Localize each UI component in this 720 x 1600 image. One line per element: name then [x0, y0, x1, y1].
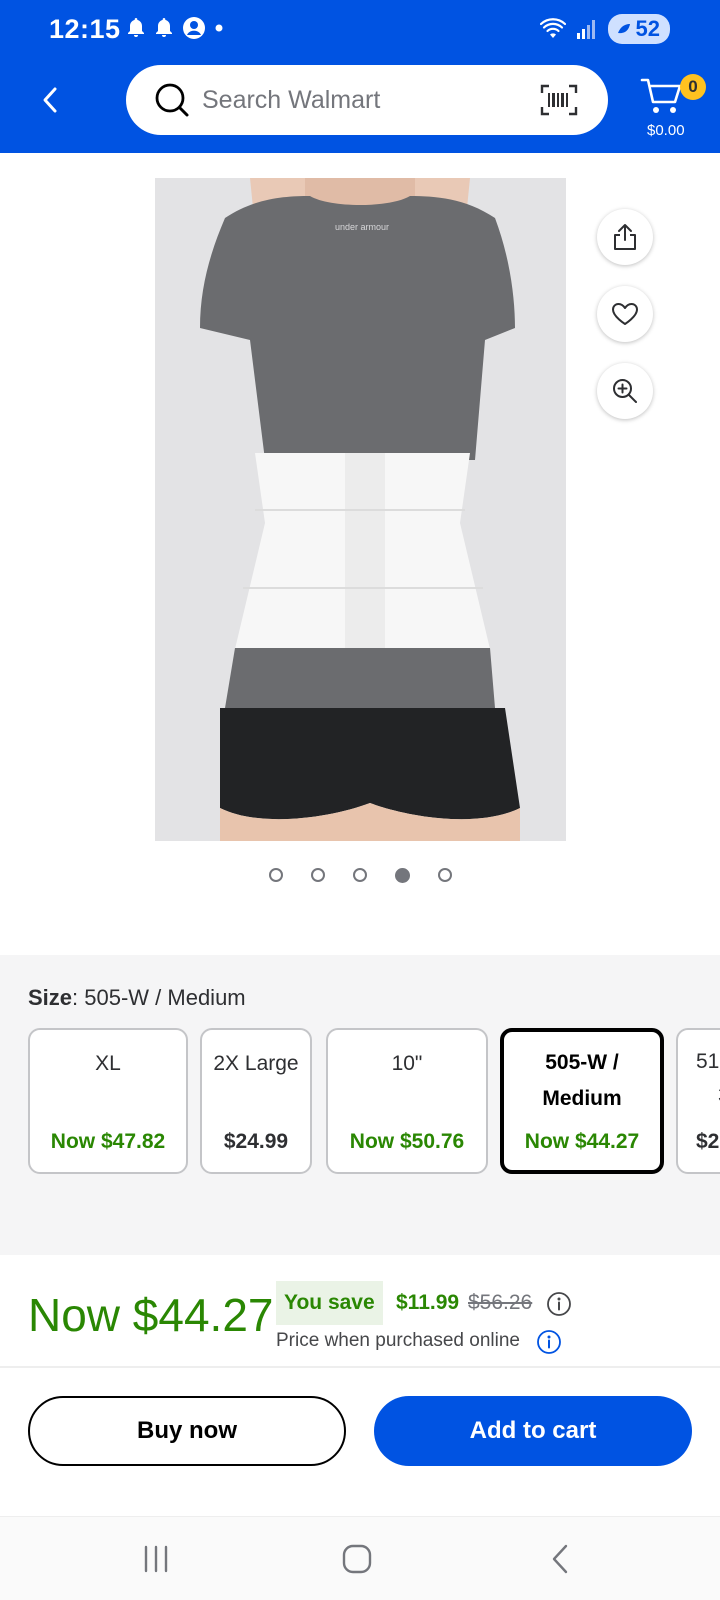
signal-icon: [576, 20, 595, 39]
buy-now-button[interactable]: Buy now: [28, 1396, 346, 1466]
cart-icon: [640, 78, 682, 113]
pagination-dot[interactable]: [352, 868, 367, 882]
system-nav-bar: [0, 1516, 720, 1600]
size-option-505w-medium[interactable]: 505-W / Medium Now $44.27: [500, 1028, 664, 1174]
cart-total: $0.00: [647, 122, 685, 139]
size-option-price: Now $50.76: [349, 1130, 465, 1153]
recents-icon: [144, 1545, 168, 1573]
size-label: Size: 505-W / Medium: [28, 985, 246, 1011]
size-selected-value: : 505-W / Medium: [72, 985, 246, 1010]
search-bar[interactable]: Search Walmart: [126, 65, 608, 135]
price-info-button[interactable]: [536, 1329, 562, 1360]
save-amount: $11.99: [396, 1291, 460, 1314]
back-icon: [552, 1544, 568, 1574]
pagination-dot[interactable]: [437, 868, 452, 882]
size-label-heading: Size: [28, 985, 73, 1010]
product-photo: under armour: [155, 178, 566, 841]
size-option-name: 10": [391, 1052, 423, 1075]
size-option-2x-large[interactable]: 2X Large $24.99: [200, 1028, 312, 1174]
search-icon: [155, 83, 189, 117]
heart-icon: [612, 303, 638, 325]
was-price: $56.26: [468, 1291, 533, 1314]
size-option-510[interactable]: 510 3 $2: [676, 1028, 720, 1174]
status-bar: 12:15 52: [0, 0, 720, 60]
pagination-dot[interactable]: [310, 868, 325, 882]
account-icon: [183, 17, 205, 39]
size-option-name: XL: [95, 1052, 121, 1075]
size-option-price: Now $44.27: [524, 1130, 640, 1153]
size-option-10-inch[interactable]: 10" Now $50.76: [326, 1028, 488, 1174]
size-selector: Size: 505-W / Medium XL Now $47.82 2X La…: [0, 955, 720, 1255]
favorite-button[interactable]: [597, 286, 653, 342]
pagination-dot-active[interactable]: [394, 868, 410, 883]
system-icons: 52: [539, 14, 670, 44]
home-button[interactable]: [337, 1539, 377, 1579]
size-option-price: $2: [696, 1130, 720, 1153]
info-icon: [537, 1330, 561, 1354]
add-to-cart-button[interactable]: Add to cart: [374, 1396, 692, 1466]
back-button[interactable]: [30, 80, 70, 120]
zoom-icon: [613, 379, 637, 403]
size-option-price: $24.99: [223, 1130, 289, 1153]
notification-icons: [126, 16, 224, 40]
bell-icon: [128, 18, 144, 37]
you-save-badge: You save: [276, 1281, 383, 1325]
home-icon: [342, 1544, 372, 1574]
chevron-left-icon: [43, 87, 57, 113]
size-option-xl[interactable]: XL Now $47.82: [28, 1028, 188, 1174]
share-button[interactable]: [597, 209, 653, 265]
search-placeholder: Search Walmart: [202, 85, 381, 114]
shirt-logo-text: under armour: [335, 222, 389, 232]
cart-button[interactable]: 0 $0.00: [640, 74, 706, 144]
zoom-button[interactable]: [597, 363, 653, 419]
size-option-name: 505-W / Medium: [542, 1051, 622, 1110]
battery-level: 52: [635, 16, 660, 41]
current-price: Now $44.27: [28, 1289, 274, 1341]
barcode-scan-icon[interactable]: [540, 84, 578, 116]
dot-icon: [215, 24, 223, 32]
wifi-icon: [539, 18, 566, 38]
battery-saver-icon: [617, 24, 630, 34]
product-image[interactable]: under armour: [155, 178, 566, 841]
divider: [0, 1366, 720, 1368]
share-icon: [614, 224, 636, 250]
system-back-button[interactable]: [540, 1539, 580, 1579]
recents-button[interactable]: [136, 1539, 176, 1579]
pagination-dot[interactable]: [268, 868, 283, 882]
battery-indicator: 52: [607, 14, 670, 44]
size-option-name: 2X Large: [213, 1052, 299, 1075]
price-note: Price when purchased online: [276, 1330, 520, 1351]
savings-info-button[interactable]: [546, 1291, 572, 1322]
bell-icon: [156, 18, 172, 37]
cart-count-badge: 0: [680, 74, 706, 100]
info-icon: [547, 1292, 571, 1316]
size-option-name: 510: [696, 1050, 720, 1073]
image-pagination: [0, 868, 720, 883]
size-option-price: Now $47.82: [50, 1130, 166, 1153]
size-options: XL Now $47.82 2X Large $24.99 10" Now $5…: [28, 1028, 720, 1174]
app-header: 12:15 52 Search Walmart 0 $0.00: [0, 0, 720, 153]
status-time: 12:15: [49, 14, 121, 44]
